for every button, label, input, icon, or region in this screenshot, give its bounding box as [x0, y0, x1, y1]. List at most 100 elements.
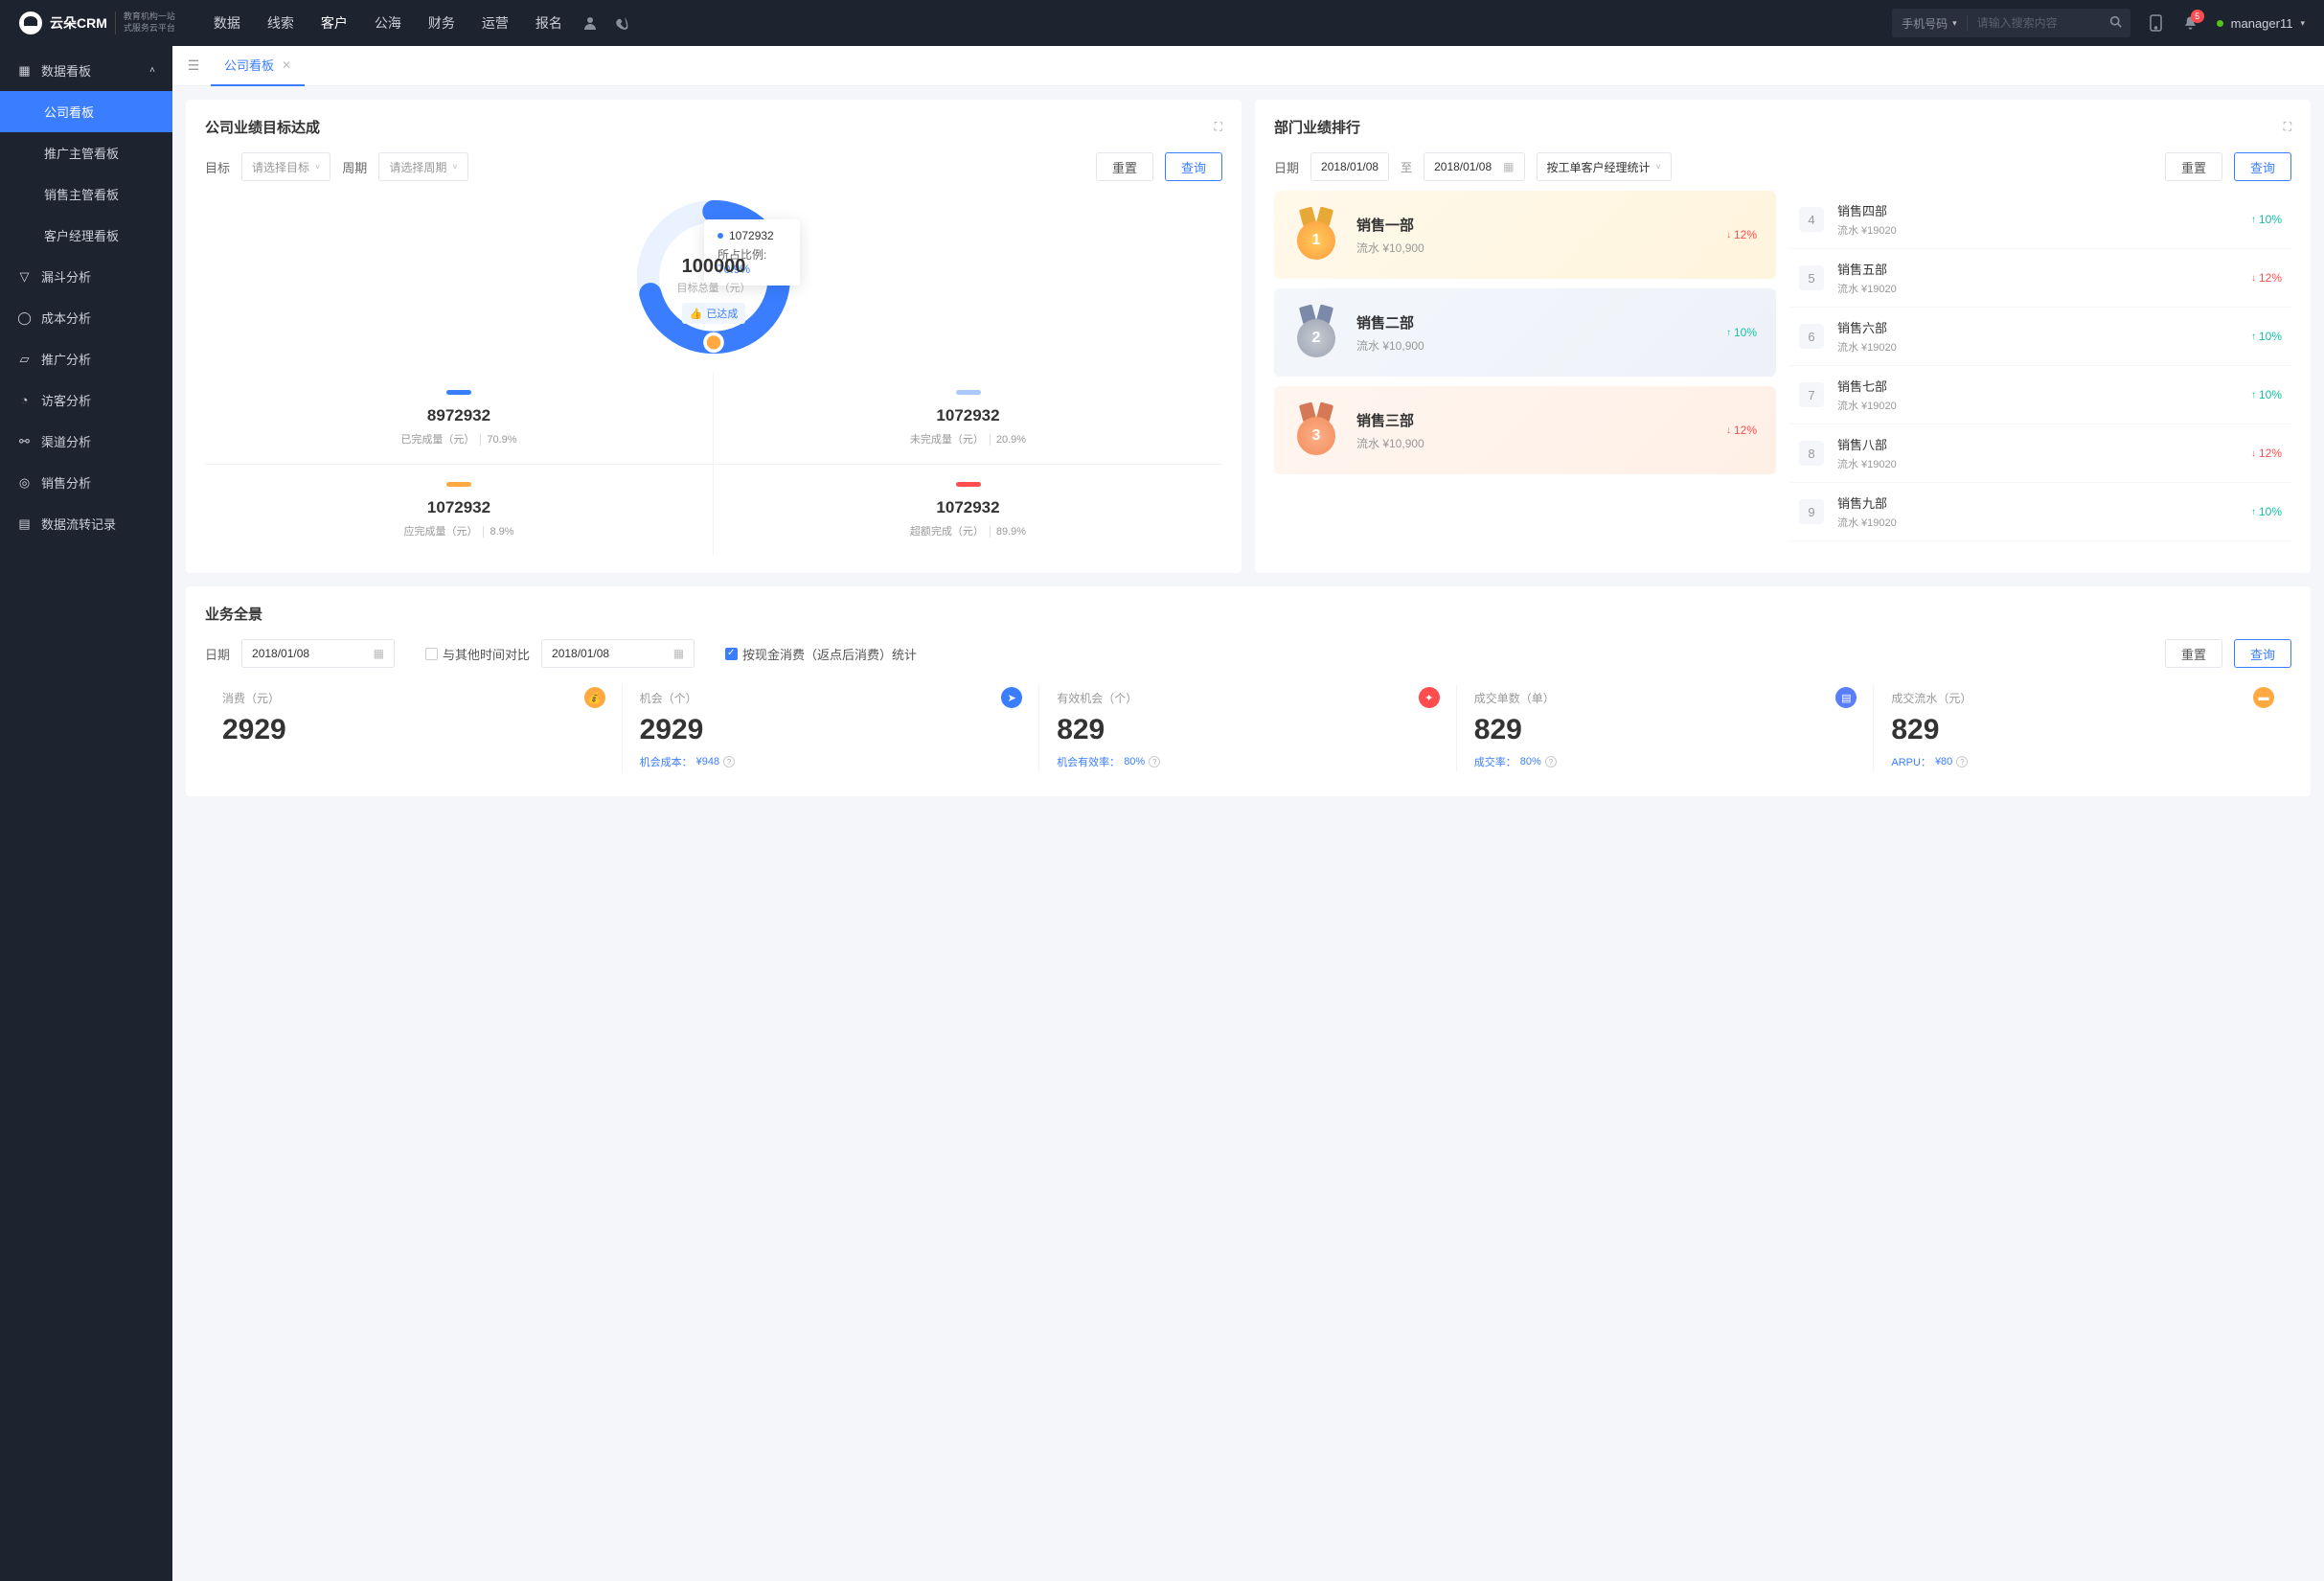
search-input[interactable] [1968, 16, 2102, 30]
logo-subtitle: 教育机构一站 式服务云平台 [115, 11, 175, 34]
help-icon[interactable]: ? [1545, 756, 1557, 768]
logo[interactable]: 云朵CRM 教育机构一站 式服务云平台 [19, 11, 175, 34]
period-label: 周期 [342, 158, 367, 176]
main-content: ☰ 公司看板 ✕ 公司业绩目标达成 ⛶ 目标 请选择目标˅ [172, 46, 2324, 1581]
status-dot-icon [2217, 20, 2223, 27]
metric-icon: 💰 [584, 687, 605, 708]
query-button[interactable]: 查询 [1165, 152, 1222, 181]
sidebar-sub-3[interactable]: 客户经理看板 [0, 215, 172, 256]
checkbox-icon [425, 648, 438, 660]
metric-0: 消费（元）💰2929 [205, 677, 623, 779]
nav-item-1[interactable]: 线索 [267, 13, 294, 33]
medal-icon: 3 [1293, 403, 1339, 457]
query-button[interactable]: 查询 [2234, 639, 2291, 668]
metric-icon: ✦ [1419, 687, 1440, 708]
sidebar-icon: ◎ [17, 475, 32, 490]
help-icon[interactable]: ? [1956, 756, 1968, 768]
medal-icon: 1 [1293, 208, 1339, 262]
goal-stat-2: 1072932应完成量（元）8.9% [205, 465, 714, 556]
nav-item-0[interactable]: 数据 [214, 13, 240, 33]
sidebar-sub-2[interactable]: 销售主管看板 [0, 173, 172, 215]
sidebar-sub-1[interactable]: 推广主管看板 [0, 132, 172, 173]
goal-card: 公司业绩目标达成 ⛶ 目标 请选择目标˅ 周期 请选择周期˅ 重置 [186, 100, 1242, 573]
tabbar: ☰ 公司看板 ✕ [172, 46, 2324, 86]
nav-item-4[interactable]: 财务 [428, 13, 455, 33]
metric-icon: ▬ [2253, 687, 2274, 708]
rank-row-7[interactable]: 7销售七部流水 ¥19020 10% [1789, 366, 2291, 424]
metric-2: 有效机会（个）✦829机会有效率：80% ? [1039, 677, 1457, 779]
rank-title: 部门业绩排行 [1274, 117, 1360, 137]
goal-stat-0: 8972932已完成量（元）70.9% [205, 373, 714, 465]
thumbsup-icon: 👍 [690, 308, 703, 320]
logo-text: 云朵CRM [50, 13, 107, 33]
rank-row-4[interactable]: 4销售四部流水 ¥19020 10% [1789, 191, 2291, 249]
to-label: 至 [1401, 159, 1412, 175]
overview-date1[interactable]: 2018/01/08▦ [241, 639, 395, 668]
sidebar-item-6[interactable]: ▤数据流转记录 [0, 503, 172, 544]
goal-stat-1: 1072932未完成量（元）20.9% [714, 373, 1222, 465]
compare-checkbox[interactable]: 与其他时间对比 [425, 645, 530, 663]
donut-total: 100000 [677, 256, 751, 278]
expand-icon[interactable]: ⛶ [2284, 120, 2291, 134]
bell-icon[interactable]: 5 [2182, 14, 2199, 32]
rank-top-2[interactable]: 2销售二部流水 ¥10,900 10% [1274, 288, 1776, 377]
trend-icon: 10% [2251, 330, 2282, 343]
help-icon[interactable]: ? [723, 756, 735, 768]
user-menu[interactable]: manager11 ▾ [2217, 16, 2305, 31]
groupby-select[interactable]: 按工单客户经理统计˅ [1537, 152, 1672, 181]
nav-item-5[interactable]: 运营 [482, 13, 509, 33]
sidebar-item-5[interactable]: ◎销售分析 [0, 462, 172, 503]
sidebar-item-4[interactable]: ⚯渠道分析 [0, 421, 172, 462]
donut-chart: 1072932 所占比例: 70.9% 100000 目标总量（元） [627, 191, 800, 363]
expand-icon[interactable]: ⛶ [1215, 120, 1222, 134]
metric-icon: ▤ [1835, 687, 1857, 708]
overview-card: 业务全景 日期 2018/01/08▦ 与其他时间对比 2018/01/08▦ … [186, 586, 2311, 796]
reset-button[interactable]: 重置 [2165, 639, 2222, 668]
rank-date-to[interactable]: 2018/01/08▦ [1424, 152, 1524, 181]
rank-top-1[interactable]: 1销售一部流水 ¥10,900 12% [1274, 191, 1776, 279]
rank-row-6[interactable]: 6销售六部流水 ¥19020 10% [1789, 308, 2291, 366]
trend-icon: 10% [1726, 326, 1757, 339]
rank-row-9[interactable]: 9销售九部流水 ¥19020 10% [1789, 483, 2291, 541]
sidebar-header-dashboard[interactable]: ▦ 数据看板 ˄ [0, 50, 172, 91]
trend-icon: 12% [2251, 447, 2282, 460]
sidebar-icon: ⚯ [17, 434, 32, 448]
search-button[interactable] [2102, 15, 2130, 31]
sidebar-item-0[interactable]: ▽漏斗分析 [0, 256, 172, 297]
trend-icon: 12% [2251, 271, 2282, 285]
query-button[interactable]: 查询 [2234, 152, 2291, 181]
search-type-select[interactable]: 手机号码 ▾ [1892, 15, 1968, 32]
rank-top-3[interactable]: 3销售三部流水 ¥10,900 12% [1274, 386, 1776, 474]
topbar: 云朵CRM 教育机构一站 式服务云平台 数据 线索 客户 公海 财务 运营 报名 手机号码 … [0, 0, 2324, 46]
goal-title: 公司业绩目标达成 [205, 117, 320, 137]
nav-item-2[interactable]: 客户 [321, 13, 348, 33]
nav-item-3[interactable]: 公海 [375, 13, 401, 33]
mobile-icon[interactable] [2148, 14, 2165, 32]
rank-card: 部门业绩排行 ⛶ 日期 2018/01/08 至 2018/01/08▦ 按工单… [1255, 100, 2311, 573]
phone-icon[interactable] [614, 14, 631, 32]
achieved-badge: 👍已达成 [682, 303, 746, 324]
sidebar-item-3[interactable]: ◔访客分析 [0, 379, 172, 421]
reset-button[interactable]: 重置 [1096, 152, 1153, 181]
calendar-icon: ▦ [673, 647, 684, 660]
dashboard-icon: ▦ [17, 63, 32, 78]
hamburger-icon[interactable]: ☰ [180, 57, 207, 74]
help-icon[interactable]: ? [1149, 756, 1160, 768]
reset-button[interactable]: 重置 [2165, 152, 2222, 181]
sidebar-item-2[interactable]: ▱推广分析 [0, 338, 172, 379]
rank-date-from[interactable]: 2018/01/08 [1310, 152, 1389, 181]
rank-row-5[interactable]: 5销售五部流水 ¥19020 12% [1789, 249, 2291, 308]
target-select[interactable]: 请选择目标˅ [241, 152, 330, 181]
nav-item-6[interactable]: 报名 [535, 13, 562, 33]
rank-row-8[interactable]: 8销售八部流水 ¥19020 12% [1789, 424, 2291, 483]
period-select[interactable]: 请选择周期˅ [378, 152, 467, 181]
cash-checkbox[interactable]: 按现金消费（返点后消费）统计 [725, 645, 917, 663]
user-icon[interactable] [581, 14, 599, 32]
tab-company-board[interactable]: 公司看板 ✕ [211, 46, 305, 86]
chevron-down-icon: ▾ [2300, 18, 2305, 29]
close-icon[interactable]: ✕ [282, 58, 291, 72]
overview-date2[interactable]: 2018/01/08▦ [541, 639, 695, 668]
donut-total-label: 目标总量（元） [677, 280, 751, 295]
sidebar-sub-0[interactable]: 公司看板 [0, 91, 172, 132]
sidebar-item-1[interactable]: ◯成本分析 [0, 297, 172, 338]
